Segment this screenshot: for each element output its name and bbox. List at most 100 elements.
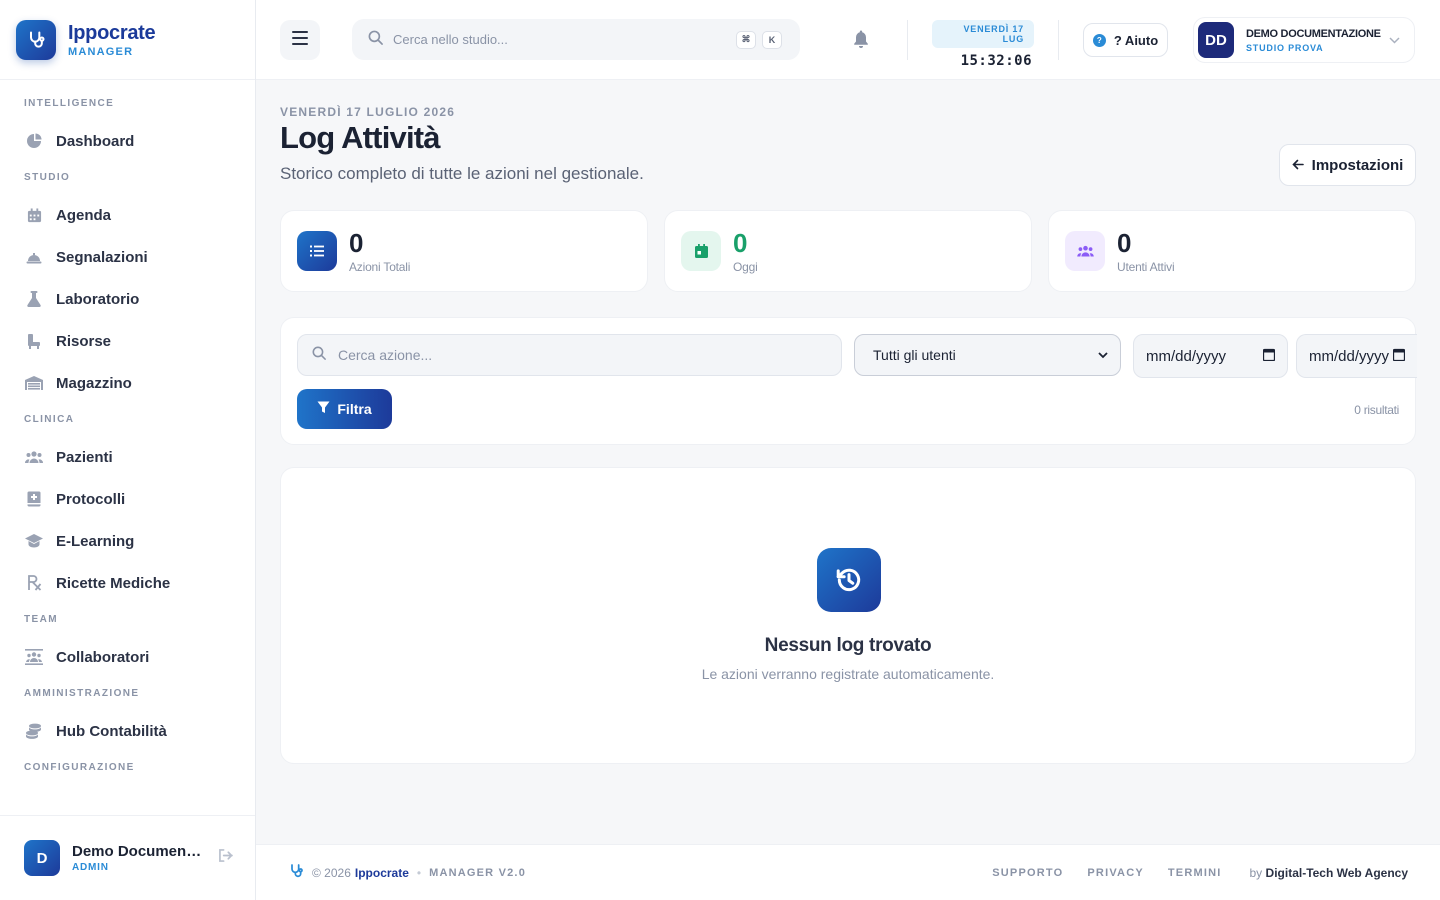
footer-agency[interactable]: Digital-Tech Web Agency (1266, 866, 1408, 880)
profile-avatar: DD (1198, 22, 1234, 58)
search-icon (368, 30, 383, 50)
footer-separator: • (416, 865, 422, 880)
sidebar-item-collaboratori[interactable]: Collaboratori (0, 636, 255, 678)
chevron-down-icon (1389, 31, 1400, 49)
sidebar-item-hub-contabilita[interactable]: Hub Contabilità (0, 710, 255, 752)
footer-link-termini[interactable]: TERMINI (1168, 867, 1222, 879)
calendar-icon (24, 205, 44, 225)
sidebar-item-agenda[interactable]: Agenda (0, 194, 255, 236)
sidebar-item-pazienti[interactable]: Pazienti (0, 436, 255, 478)
sidebar-item-magazzino[interactable]: Magazzino (0, 362, 255, 404)
sidebar-item-label: Pazienti (56, 448, 113, 466)
filter-button-label: Filtra (337, 401, 372, 417)
results-count: 0 risultati (1354, 403, 1399, 417)
brand[interactable]: Ippocrate MANAGER (0, 0, 255, 80)
sidebar-user-card[interactable]: D Demo Documentazione ADMIN (0, 815, 255, 900)
action-search-placeholder: Cerca azione... (338, 347, 433, 363)
footer-link-privacy[interactable]: PRIVACY (1087, 867, 1143, 879)
date-from-placeholder: mm/dd/yyyy (1146, 347, 1227, 365)
footer-brand: Ippocrate (354, 865, 409, 880)
notifications-bell-icon[interactable] (853, 30, 869, 53)
sidebar-item-label: Protocolli (56, 490, 126, 508)
filter-button[interactable]: Filtra (297, 389, 392, 429)
sidebar-nav: INTELLIGENCE Dashboard STUDIO Agenda Seg… (0, 80, 255, 776)
prescription-icon (24, 573, 44, 593)
stethoscope-logo-icon (16, 19, 56, 60)
help-label: ? Aiuto (1113, 32, 1159, 48)
sidebar-item-e-learning[interactable]: E-Learning (0, 520, 255, 562)
date-from-input[interactable]: mm/dd/yyyy (1133, 334, 1288, 378)
section-title-intelligence: INTELLIGENCE (24, 98, 115, 109)
bell-concierge-icon (24, 247, 44, 267)
sidebar-item-label: Dashboard (56, 132, 135, 150)
footer: © 2026 Ippocrate • MANAGER V2.0 SUPPORTO… (256, 844, 1440, 900)
flask-icon (24, 289, 44, 309)
logout-icon[interactable] (218, 849, 233, 867)
profile-menu[interactable]: DD DEMO DOCUMENTAZIONE STUDIO PROVA (1193, 17, 1415, 63)
protocol-book-icon (24, 489, 44, 509)
global-search-input[interactable]: Cerca nello studio... ⌘ K (352, 19, 800, 60)
arrow-left-icon (1292, 157, 1312, 174)
divider (1058, 20, 1059, 60)
sidebar-item-protocolli[interactable]: Protocolli (0, 478, 255, 520)
section-title-studio: STUDIO (24, 172, 71, 183)
sidebar-item-label: Ricette Mediche (56, 574, 171, 592)
section-title-clinica: CLINICA (24, 414, 75, 425)
sidebar-item-label: Laboratorio (56, 290, 140, 308)
help-button[interactable]: ? ? Aiuto (1083, 23, 1168, 57)
sidebar-item-segnalazioni[interactable]: Segnalazioni (0, 236, 255, 278)
stat-card-today: 0 Oggi (664, 210, 1032, 292)
empty-state-title: Nessun log trovato (764, 635, 932, 656)
stat-label: Oggi (733, 260, 758, 274)
sidebar-item-label: E-Learning (56, 532, 135, 550)
footer-version: MANAGER V2.0 (429, 866, 527, 879)
sidebar-item-label: Risorse (56, 332, 112, 350)
main-content: VENERDÌ 17 LUGLIO 2026 Log Attività Stor… (256, 80, 1440, 844)
stat-value: 0 (349, 228, 364, 258)
brand-name: Ippocrate (68, 21, 156, 44)
divider (907, 20, 908, 60)
footer-by: by (1249, 865, 1263, 880)
stat-label: Azioni Totali (349, 260, 411, 274)
menu-toggle-button[interactable] (280, 20, 320, 60)
empty-state-card: Nessun log trovato Le azioni verranno re… (280, 467, 1416, 764)
sidebar-item-label: Segnalazioni (56, 248, 148, 266)
sidebar-item-dashboard[interactable]: Dashboard (0, 120, 255, 162)
sidebar-item-label: Collaboratori (56, 648, 150, 666)
date-to-placeholder: mm/dd/yyyy (1309, 347, 1390, 365)
list-icon (297, 231, 337, 271)
footer-link-supporto[interactable]: SUPPORTO (992, 867, 1063, 879)
pie-chart-icon (24, 131, 44, 151)
sidebar-item-label: Hub Contabilità (56, 722, 167, 740)
stat-value: 0 (733, 228, 748, 258)
user-filter-select[interactable]: Tutti gli utenti (854, 334, 1121, 376)
footer-copyright: © 2026 (312, 865, 351, 880)
date-to-input[interactable]: mm/dd/yyyy (1296, 334, 1417, 378)
clock: 15:32:06 (960, 53, 1032, 69)
back-to-settings-button[interactable]: Impostazioni (1279, 144, 1416, 186)
chair-icon (24, 331, 44, 351)
footer-logo-icon (288, 863, 304, 882)
funnel-icon (317, 401, 337, 417)
avatar: D (24, 840, 60, 876)
footer-credit: by Digital-Tech Web Agency (1250, 866, 1409, 880)
profile-studio: STUDIO PROVA (1246, 42, 1324, 53)
page-subtitle: Storico completo di tutte le azioni nel … (280, 164, 644, 183)
search-placeholder: Cerca nello studio... (393, 32, 508, 47)
sidebar-item-label: Agenda (56, 206, 112, 224)
page-date: VENERDÌ 17 LUGLIO 2026 (280, 105, 456, 119)
history-icon (817, 548, 881, 612)
question-circle-icon: ? (1092, 33, 1106, 47)
calendar-icon (1262, 348, 1276, 365)
chevron-down-icon (1098, 346, 1108, 364)
shortcut-key: K (762, 30, 782, 49)
warehouse-icon (24, 373, 44, 393)
stat-card-active-users: 0 Utenti Attivi (1048, 210, 1416, 292)
filter-panel: Cerca azione... Tutti gli utenti mm/dd/y… (280, 317, 1417, 445)
stat-card-total-actions: 0 Azioni Totali (280, 210, 648, 292)
sidebar-item-risorse[interactable]: Risorse (0, 320, 255, 362)
sidebar-item-ricette-mediche[interactable]: Ricette Mediche (0, 562, 255, 604)
date-pill: VENERDÌ 17 LUG (932, 20, 1034, 48)
sidebar-item-laboratorio[interactable]: Laboratorio (0, 278, 255, 320)
action-search-input[interactable]: Cerca azione... (297, 334, 842, 376)
